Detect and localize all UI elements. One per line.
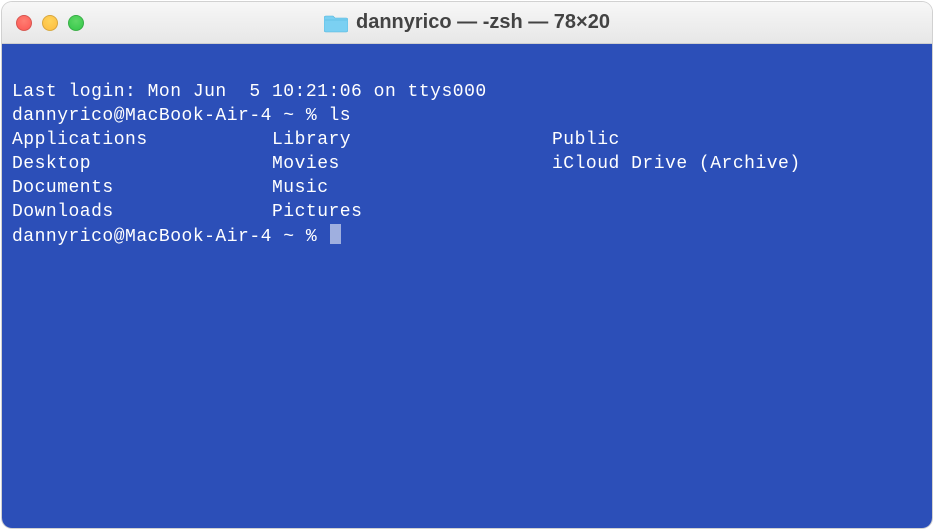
titlebar[interactable]: dannyrico — -zsh — 78×20	[2, 2, 932, 44]
minimize-button[interactable]	[42, 15, 58, 31]
ls-item: Desktop	[12, 152, 272, 176]
ls-item	[552, 176, 922, 200]
close-button[interactable]	[16, 15, 32, 31]
ls-item: Pictures	[272, 200, 552, 224]
terminal-window: dannyrico — -zsh — 78×20 Last login: Mon…	[2, 2, 932, 528]
ls-item: Movies	[272, 152, 552, 176]
ls-item: Library	[272, 128, 552, 152]
ls-item: Downloads	[12, 200, 272, 224]
title-wrap: dannyrico — -zsh — 78×20	[2, 11, 932, 34]
ls-item: Applications	[12, 128, 272, 152]
ls-item: iCloud Drive (Archive)	[552, 152, 922, 176]
ls-item: Public	[552, 128, 922, 152]
zoom-button[interactable]	[68, 15, 84, 31]
folder-icon	[324, 13, 348, 33]
prompt-1: dannyrico@MacBook-Air-4 ~ %	[12, 106, 328, 126]
command-1: ls	[328, 106, 351, 126]
ls-item: Documents	[12, 176, 272, 200]
window-title: dannyrico — -zsh — 78×20	[356, 11, 610, 34]
prompt-2: dannyrico@MacBook-Air-4 ~ %	[12, 227, 328, 247]
terminal-body[interactable]: Last login: Mon Jun 5 10:21:06 on ttys00…	[2, 44, 932, 528]
ls-item	[552, 200, 922, 224]
ls-output: ApplicationsLibraryPublic DesktopMoviesiC…	[12, 128, 922, 224]
ls-item: Music	[272, 176, 552, 200]
traffic-lights	[2, 15, 84, 31]
cursor	[330, 224, 341, 244]
last-login-line: Last login: Mon Jun 5 10:21:06 on ttys00…	[12, 82, 487, 102]
